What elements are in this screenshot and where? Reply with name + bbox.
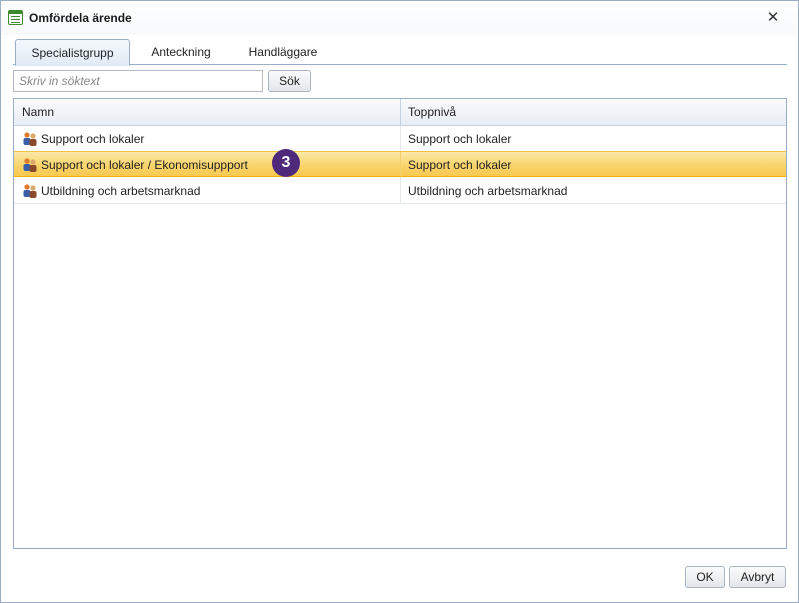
grid-header: Namn Toppnivå (14, 99, 786, 126)
group-icon (23, 158, 37, 172)
step-badge: 3 (272, 149, 300, 177)
group-icon (23, 132, 37, 146)
close-icon[interactable]: ✕ (765, 10, 781, 26)
row-top-level: Utbildning och arbetsmarknad (408, 184, 568, 198)
group-grid: Namn Toppnivå Support och lokaler Suppor… (13, 98, 787, 549)
search-input[interactable] (13, 70, 263, 92)
column-header-namn[interactable]: Namn (14, 99, 400, 125)
title-bar: Omfördela ärende ✕ (1, 1, 798, 35)
cancel-button[interactable]: Avbryt (729, 566, 786, 588)
row-name: Support och lokaler (41, 132, 145, 146)
row-name: Support och lokaler / Ekonomisuppport (41, 158, 248, 172)
row-name: Utbildning och arbetsmarknad (41, 184, 201, 198)
tab-handlaggare[interactable]: Handläggare (239, 39, 327, 65)
row-top-level: Support och lokaler (408, 158, 512, 172)
tab-anteckning[interactable]: Anteckning (138, 39, 224, 65)
table-row-selected[interactable]: Support och lokaler / Ekonomisuppport Su… (14, 151, 786, 178)
dialog-title: Omfördela ärende (29, 11, 132, 25)
search-button[interactable]: Sök (268, 70, 311, 92)
reassign-dialog: Omfördela ärende ✕ Specialistgrupp Antec… (0, 0, 799, 603)
tab-specialistgrupp[interactable]: Specialistgrupp (15, 39, 130, 66)
table-row[interactable]: Support och lokaler Support och lokaler (14, 126, 786, 152)
tab-strip: Specialistgrupp Anteckning Handläggare (13, 39, 787, 66)
group-icon (23, 184, 37, 198)
document-list-icon (8, 10, 23, 25)
column-header-toppniva[interactable]: Toppnivå (400, 99, 786, 125)
ok-button[interactable]: OK (685, 566, 725, 588)
row-top-level: Support och lokaler (408, 132, 512, 146)
table-row[interactable]: Utbildning och arbetsmarknad Utbildning … (14, 178, 786, 204)
